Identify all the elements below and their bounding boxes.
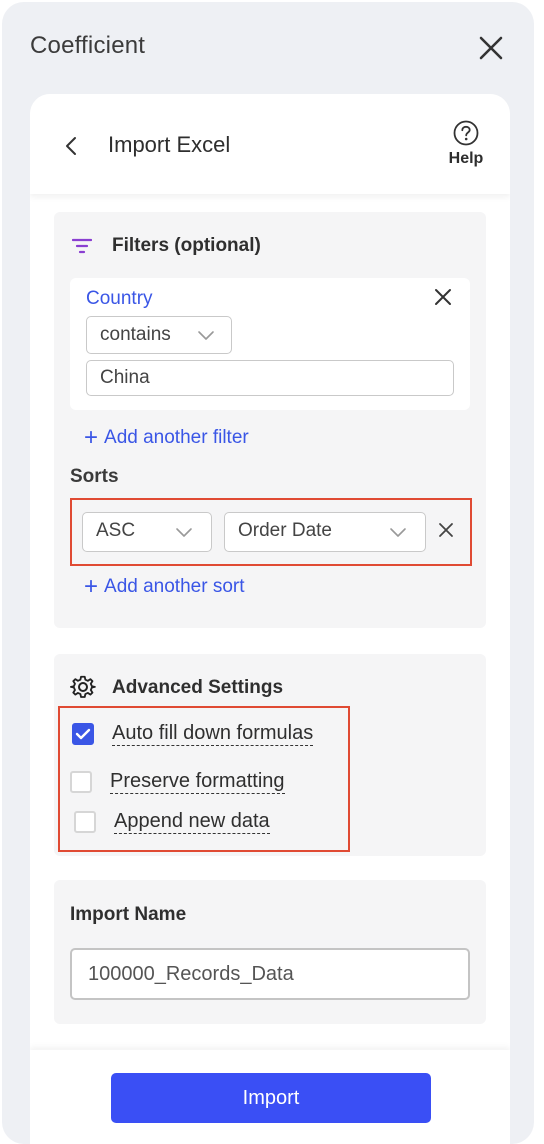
- add-sort-link[interactable]: + Add another sort: [84, 575, 245, 599]
- filters-sorts-card: Filters (optional) Country contains Chin…: [54, 212, 486, 628]
- add-filter-label: Add another filter: [104, 427, 249, 448]
- coefficient-sidebar: Coefficient Import Excel Help Filters (o…: [2, 2, 534, 1144]
- auto-fill-label: Auto fill down formulas: [112, 722, 314, 746]
- close-icon: [439, 523, 453, 537]
- plus-icon: +: [84, 573, 99, 600]
- filter-operator-select[interactable]: contains: [86, 316, 232, 354]
- filters-title: Filters (optional): [112, 235, 261, 256]
- checkmark-icon: [75, 728, 91, 740]
- auto-fill-option[interactable]: Auto fill down formulas: [72, 722, 314, 746]
- import-name-title: Import Name: [70, 904, 187, 925]
- chevron-down-icon: [390, 528, 406, 537]
- import-button[interactable]: Import: [111, 1073, 431, 1123]
- preserve-formatting-checkbox[interactable]: [70, 771, 92, 793]
- panel-footer: Import: [30, 1050, 510, 1144]
- append-new-data-option[interactable]: Append new data: [74, 810, 270, 834]
- advanced-options-group: Auto fill down formulas Preserve formatt…: [58, 706, 350, 852]
- filter-item: Country contains: [70, 278, 470, 410]
- remove-sort-button[interactable]: [436, 520, 456, 542]
- append-new-data-checkbox[interactable]: [74, 811, 96, 833]
- filter-value-input[interactable]: [86, 360, 454, 396]
- help-label: Help: [448, 150, 484, 167]
- sort-direction-value: ASC: [96, 520, 136, 541]
- auto-fill-checkbox[interactable]: [72, 723, 94, 745]
- import-panel: Import Excel Help Filters (optional) Cou…: [30, 94, 510, 1144]
- remove-filter-button[interactable]: [432, 286, 454, 308]
- import-name-card: Import Name: [54, 880, 486, 1024]
- import-name-input[interactable]: [70, 948, 470, 1000]
- page-title: Import Excel: [108, 132, 231, 157]
- sort-column-value: Order Date: [238, 520, 332, 541]
- append-new-data-label: Append new data: [114, 810, 270, 834]
- sort-direction-select[interactable]: ASC: [82, 512, 212, 552]
- help-icon: [453, 120, 479, 146]
- panel-header: Import Excel Help: [30, 94, 510, 194]
- add-sort-label: Add another sort: [104, 576, 245, 597]
- gear-icon: [70, 675, 96, 698]
- app-title: Coefficient: [30, 32, 146, 59]
- filter-operator-value: contains: [100, 324, 171, 345]
- back-button[interactable]: [60, 132, 84, 160]
- sort-item: ASC Order Date: [70, 498, 472, 566]
- sort-column-select[interactable]: Order Date: [224, 512, 426, 552]
- filter-icon: [72, 238, 92, 254]
- preserve-formatting-label: Preserve formatting: [110, 770, 285, 794]
- close-sidebar-button[interactable]: [476, 32, 506, 64]
- chevron-down-icon: [198, 331, 214, 340]
- close-icon: [479, 36, 503, 60]
- preserve-formatting-option[interactable]: Preserve formatting: [70, 770, 285, 794]
- add-filter-link[interactable]: + Add another filter: [84, 426, 249, 450]
- sorts-title: Sorts: [70, 466, 119, 487]
- chevron-down-icon: [176, 528, 192, 537]
- advanced-settings-title: Advanced Settings: [112, 677, 284, 698]
- close-icon: [435, 289, 451, 305]
- filter-field-name: Country: [86, 288, 153, 309]
- plus-icon: +: [84, 424, 99, 451]
- chevron-left-icon: [66, 137, 76, 155]
- advanced-settings-card: Advanced Settings Auto fill down formula…: [54, 654, 486, 856]
- help-button[interactable]: Help: [440, 120, 492, 170]
